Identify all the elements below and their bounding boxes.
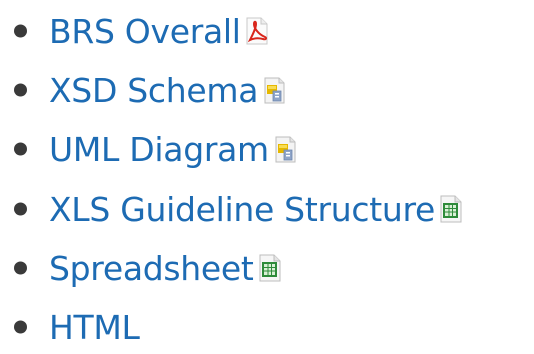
list-item-uml-diagram: UML Diagram [0,122,534,176]
list-item-xls-guideline-structure: XLS Guideline Structure [0,182,534,236]
pdf-icon [244,16,270,46]
link-label: Spreadsheet [49,248,254,288]
bullet [14,261,27,275]
brs-overall-link[interactable]: BRS Overall [49,15,270,48]
list-item-spreadsheet: Spreadsheet [0,241,534,295]
spreadsheet-link[interactable]: Spreadsheet [49,252,283,285]
link-label: XSD Schema [49,70,259,110]
xls-guideline-structure-link[interactable]: XLS Guideline Structure [49,193,464,226]
link-label: UML Diagram [49,129,269,169]
html-link[interactable]: HTML [49,311,140,344]
xsd-schema-link[interactable]: XSD Schema [49,74,287,107]
link-label: XLS Guideline Structure [49,189,435,229]
bullet [14,24,27,38]
list-item-brs-overall: BRS Overall [0,4,534,58]
list-item-xsd-schema: XSD Schema [0,63,534,117]
generic-file-icon [261,75,287,105]
bullet [14,320,27,334]
list-item-html: HTML [0,300,534,354]
bullet [14,142,27,156]
link-label: HTML [49,307,140,347]
spreadsheet-icon [257,253,283,283]
bullet [14,202,27,216]
generic-file-icon [272,134,298,164]
spreadsheet-icon [438,194,464,224]
uml-diagram-link[interactable]: UML Diagram [49,133,298,166]
link-label: BRS Overall [49,11,241,51]
bullet [14,83,27,97]
